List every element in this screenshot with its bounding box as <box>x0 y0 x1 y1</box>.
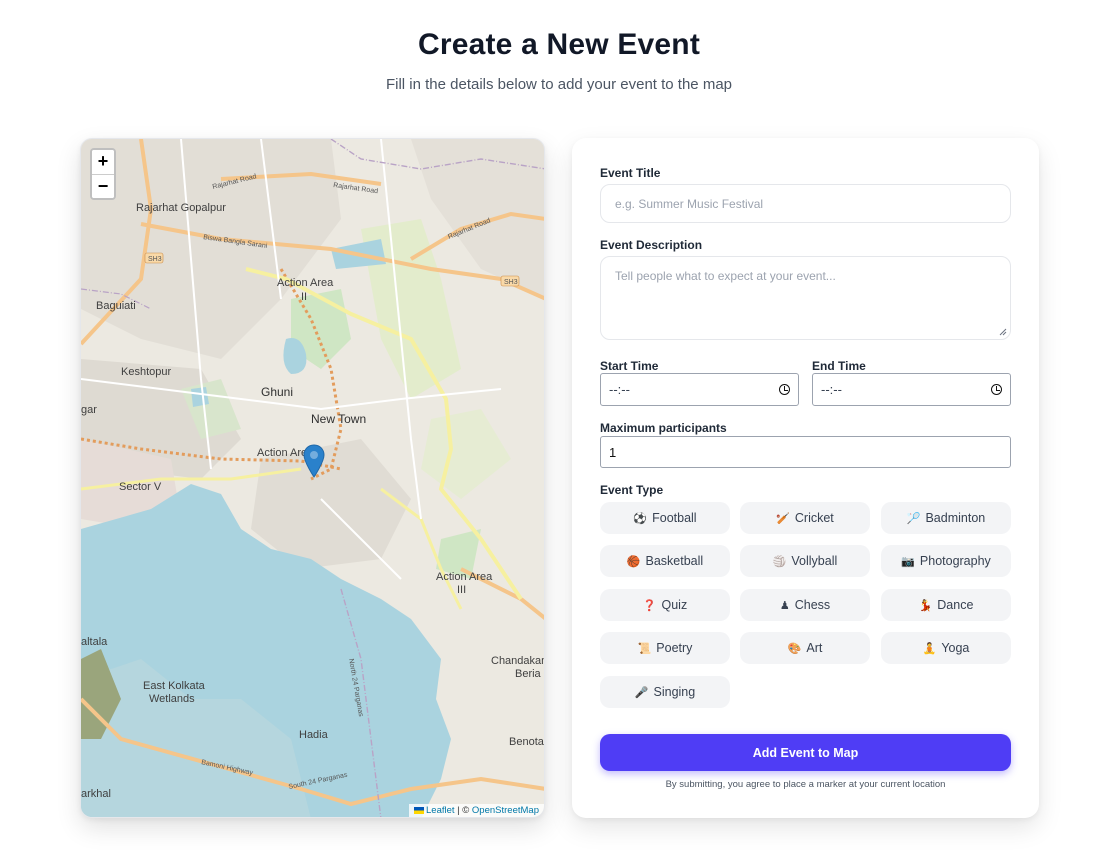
event-type-label-text: Badminton <box>925 511 986 525</box>
map-label-altala: altala <box>81 636 108 648</box>
event-type-label-text: Quiz <box>661 598 688 612</box>
volleyball-icon: 🏐 <box>772 555 787 568</box>
map-container[interactable]: Rajarhat Gopalpur Baguiati Keshtopur Act… <box>80 138 545 818</box>
map-label-action-area-ii: Action Area <box>277 277 334 289</box>
palette-icon: 🎨 <box>787 642 802 655</box>
clock-icon[interactable] <box>991 384 1002 395</box>
map-label-new-town: New Town <box>311 412 366 426</box>
submit-note: By submitting, you agree to place a mark… <box>665 779 946 790</box>
map-label-wetlands: Wetlands <box>149 693 195 705</box>
event-type-label: Event Type <box>600 483 664 497</box>
event-title-input[interactable]: e.g. Summer Music Festival <box>600 184 1011 223</box>
microphone-icon: 🎤 <box>634 686 649 699</box>
dancer-icon: 💃 <box>918 599 933 612</box>
map-label-benota: Benota <box>509 736 545 748</box>
cricket-icon: 🏏 <box>776 512 790 525</box>
event-title-placeholder: e.g. Summer Music Festival <box>615 196 764 211</box>
map-label-rajarhat-gopalpur: Rajarhat Gopalpur <box>136 202 226 214</box>
event-description-label: Event Description <box>600 238 703 252</box>
map-label-east-kolkata: East Kolkata <box>143 680 206 692</box>
road-label-sh3-right: SH3 <box>504 279 518 286</box>
event-type-label-text: Cricket <box>794 511 834 525</box>
event-type-singing[interactable]: 🎤 Singing <box>600 676 730 708</box>
zoom-out-button[interactable]: − <box>92 174 114 198</box>
event-type-label-text: Poetry <box>656 641 693 655</box>
start-time-input[interactable]: --:-- <box>600 373 799 406</box>
start-time-label: Start Time <box>600 359 659 373</box>
end-time-value: --:-- <box>821 382 842 397</box>
clock-icon[interactable] <box>779 384 790 395</box>
event-type-photography[interactable]: 📷 Photography <box>881 545 1011 577</box>
leaflet-link[interactable]: Leaflet <box>426 805 455 816</box>
event-type-label-text: Yoga <box>941 641 970 655</box>
road-label-sh3-left: SH3 <box>148 256 162 263</box>
event-type-football[interactable]: ⚽ Football <box>600 502 730 534</box>
page-subtitle: Fill in the details below to add your ev… <box>385 76 733 93</box>
map-label-hadia: Hadia <box>299 729 329 741</box>
max-participants-label: Maximum participants <box>600 421 727 435</box>
add-event-button[interactable]: Add Event to Map <box>600 734 1011 771</box>
basketball-icon: 🏀 <box>626 555 641 568</box>
ukraine-flag-icon <box>414 807 424 814</box>
event-type-label-text: Photography <box>919 554 991 568</box>
map-label-gar: gar <box>81 404 97 416</box>
event-type-dance[interactable]: 💃 Dance <box>881 589 1011 621</box>
yoga-icon: 🧘 <box>922 642 937 655</box>
event-type-label-text: Vollyball <box>791 554 838 568</box>
map-label-arkhal: arkhal <box>81 788 111 800</box>
scroll-icon: 📜 <box>637 642 652 655</box>
map-tiles[interactable]: Rajarhat Gopalpur Baguiati Keshtopur Act… <box>81 139 545 818</box>
event-type-label-text: Dance <box>937 598 974 612</box>
question-mark-icon: ❓ <box>642 599 657 612</box>
page-title: Create a New Event <box>417 28 701 61</box>
camera-icon: 📷 <box>901 555 915 568</box>
map-label-keshtopur: Keshtopur <box>121 366 171 378</box>
zoom-in-button[interactable]: + <box>92 150 114 174</box>
event-type-vollyball[interactable]: 🏐 Vollyball <box>740 545 870 577</box>
event-type-chess[interactable]: ♟ Chess <box>740 589 870 621</box>
event-form: Event Title e.g. Summer Music Festival E… <box>572 138 1039 818</box>
attribution-separator: | © <box>454 805 472 816</box>
max-participants-input[interactable]: 1 <box>600 436 1011 468</box>
badminton-icon: 🏸 <box>906 512 921 525</box>
event-description-textarea[interactable]: Tell people what to expect at your event… <box>600 256 1011 340</box>
end-time-label: End Time <box>812 359 866 373</box>
event-type-poetry[interactable]: 📜 Poetry <box>600 632 730 664</box>
map-label-baguiati: Baguiati <box>96 300 136 312</box>
event-type-label-text: Football <box>652 511 697 525</box>
event-type-quiz[interactable]: ❓ Quiz <box>600 589 730 621</box>
map-label-beria: Beria <box>515 668 542 680</box>
event-type-yoga[interactable]: 🧘 Yoga <box>881 632 1011 664</box>
event-type-badminton[interactable]: 🏸 Badminton <box>881 502 1011 534</box>
event-type-basketball[interactable]: 🏀 Basketball <box>600 545 730 577</box>
map-label-iii: III <box>457 584 466 596</box>
map-attribution: Leaflet | © OpenStreetMap <box>409 804 544 817</box>
event-type-cricket[interactable]: 🏏 Cricket <box>740 502 870 534</box>
zoom-control: + − <box>90 148 116 200</box>
resize-handle-icon[interactable] <box>999 328 1007 336</box>
max-participants-value: 1 <box>609 444 617 460</box>
event-type-label-text: Basketball <box>645 554 704 568</box>
map-label-chandakan: Chandakan <box>491 655 545 667</box>
start-time-value: --:-- <box>609 382 630 397</box>
event-type-label-text: Chess <box>794 598 831 612</box>
event-type-art[interactable]: 🎨 Art <box>740 632 870 664</box>
event-title-label: Event Title <box>600 166 661 180</box>
end-time-input[interactable]: --:-- <box>812 373 1011 406</box>
map-label-sector-v: Sector V <box>119 481 162 493</box>
football-icon: ⚽ <box>633 512 648 525</box>
map-label-ghuni: Ghuni <box>261 385 293 399</box>
map-label-ii: II <box>301 291 307 303</box>
location-marker-icon[interactable] <box>303 444 325 478</box>
map-label-action-area-iii: Action Area <box>436 571 493 583</box>
event-type-label-text: Singing <box>653 685 696 699</box>
event-description-placeholder: Tell people what to expect at your event… <box>615 269 836 283</box>
openstreetmap-link[interactable]: OpenStreetMap <box>472 805 539 816</box>
event-type-label-text: Art <box>806 641 823 655</box>
chess-pawn-icon: ♟ <box>779 599 790 612</box>
